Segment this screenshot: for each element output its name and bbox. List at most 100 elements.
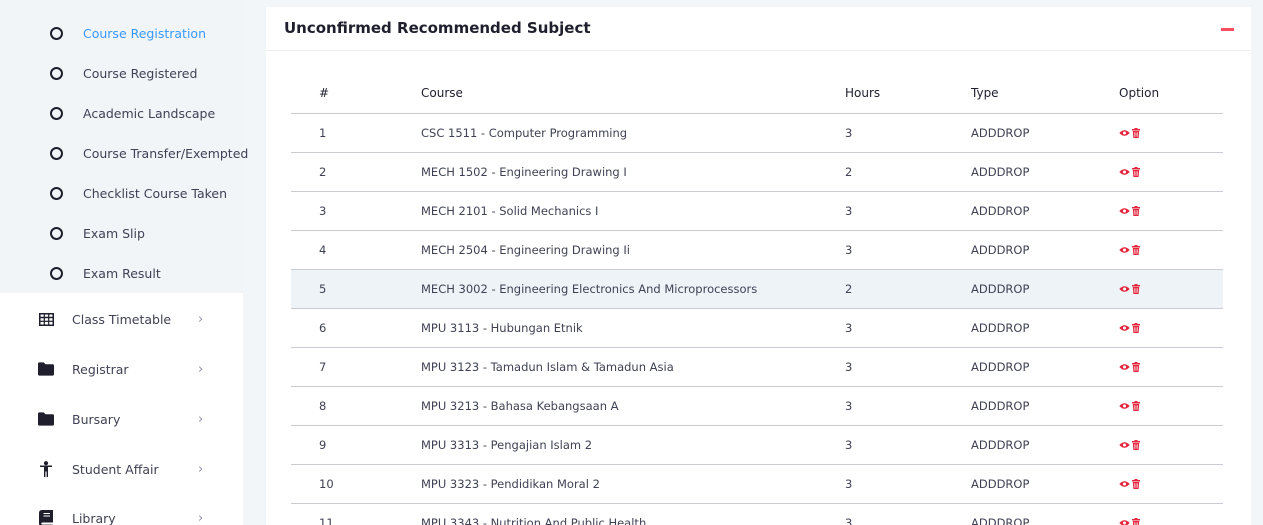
course-type: ADDDROP (971, 464, 1119, 504)
option-buttons (1119, 517, 1140, 525)
eye-icon[interactable] (1119, 519, 1130, 525)
eye-icon[interactable] (1119, 324, 1130, 332)
subject-table: # Course Hours Type Option 1 CSC 1511 - C… (291, 73, 1223, 525)
folder-icon (38, 411, 54, 427)
registration-submenu: Course Registration Course Registered Acad… (0, 0, 248, 293)
circle-icon (50, 226, 63, 240)
option-buttons (1119, 127, 1140, 138)
trash-icon[interactable] (1132, 439, 1140, 450)
recommended-subject-card: Unconfirmed Recommended Subject # Course… (266, 7, 1251, 525)
row-options (1119, 191, 1223, 231)
course-hours: 2 (845, 269, 971, 309)
course-name: MPU 3323 - Pendidikan Moral 2 (421, 464, 845, 504)
course-hours: 3 (845, 308, 971, 348)
sidebar-item-label: Bursary (72, 411, 121, 427)
table-row: 7 MPU 3123 - Tamadun Islam & Tamadun Asia… (291, 347, 1223, 387)
row-number: 11 (291, 503, 421, 525)
trash-icon[interactable] (1132, 322, 1140, 333)
submenu-item-label: Course Registration (83, 25, 206, 41)
course-type: ADDDROP (971, 191, 1119, 231)
column-header-number: # (291, 73, 421, 114)
course-name: MECH 3002 - Engineering Electronics And … (421, 269, 845, 309)
trash-icon[interactable] (1132, 127, 1140, 138)
trash-icon[interactable] (1132, 400, 1140, 411)
course-name: MECH 1502 - Engineering Drawing I (421, 152, 845, 192)
table-row: 3 MECH 2101 - Solid Mechanics I 3 ADDDROP (291, 191, 1223, 231)
course-hours: 3 (845, 425, 971, 465)
course-type: ADDDROP (971, 347, 1119, 387)
row-options (1119, 425, 1223, 465)
option-buttons (1119, 439, 1140, 450)
trash-icon[interactable] (1132, 361, 1140, 372)
course-type: ADDDROP (971, 386, 1119, 426)
card-title: Unconfirmed Recommended Subject (284, 19, 591, 37)
course-type: ADDDROP (971, 230, 1119, 270)
app-root: Course Registration Course Registered Acad… (0, 0, 1263, 525)
table-row: 4 MECH 2504 - Engineering Drawing Ii 3 ADDD… (291, 230, 1223, 270)
submenu-item-course-registered[interactable]: Course Registered (50, 63, 197, 83)
course-type: ADDDROP (971, 152, 1119, 192)
course-hours: 3 (845, 230, 971, 270)
eye-icon[interactable] (1119, 402, 1130, 410)
eye-icon[interactable] (1119, 246, 1130, 254)
trash-icon[interactable] (1132, 166, 1140, 177)
course-hours: 3 (845, 113, 971, 153)
chevron-right-icon: › (198, 510, 204, 525)
sidebar-item-label: Library (72, 510, 116, 525)
chevron-right-icon: › (198, 411, 204, 427)
option-buttons (1119, 322, 1140, 333)
eye-icon[interactable] (1119, 285, 1130, 293)
eye-icon[interactable] (1119, 129, 1130, 137)
submenu-item-course-transfer-exempted[interactable]: Course Transfer/Exempted (50, 143, 248, 163)
chevron-right-icon: › (198, 311, 204, 327)
submenu-item-course-registration[interactable]: Course Registration (50, 23, 206, 43)
submenu-item-label: Exam Result (83, 265, 161, 281)
eye-icon[interactable] (1119, 363, 1130, 371)
submenu-item-checklist-course-taken[interactable]: Checklist Course Taken (50, 183, 227, 203)
table-row: 10 MPU 3323 - Pendidikan Moral 2 3 ADDDROP (291, 464, 1223, 504)
row-number: 9 (291, 425, 421, 465)
eye-icon[interactable] (1119, 207, 1130, 215)
table-header-row: # Course Hours Type Option (291, 73, 1223, 114)
option-buttons (1119, 166, 1140, 177)
circle-icon (50, 146, 63, 160)
course-type: ADDDROP (971, 503, 1119, 525)
eye-icon[interactable] (1119, 168, 1130, 176)
course-type: ADDDROP (971, 113, 1119, 153)
option-buttons (1119, 400, 1140, 411)
eye-icon[interactable] (1119, 480, 1130, 488)
course-type: ADDDROP (971, 269, 1119, 309)
sidebar-item-bursary[interactable]: Bursary › (0, 404, 243, 434)
row-options (1119, 230, 1223, 270)
table-row: 2 MECH 1502 - Engineering Drawing I 2 ADDDR… (291, 152, 1223, 192)
submenu-item-exam-slip[interactable]: Exam Slip (50, 223, 145, 243)
sidebar-item-registrar[interactable]: Registrar › (0, 354, 243, 384)
option-buttons (1119, 478, 1140, 489)
course-name: MPU 3113 - Hubungan Etnik (421, 308, 845, 348)
row-number: 5 (291, 269, 421, 309)
row-number: 1 (291, 113, 421, 153)
table-row: 11 MPU 3343 - Nutrition And Public Health… (291, 503, 1223, 525)
minus-icon[interactable] (1221, 28, 1234, 31)
trash-icon[interactable] (1132, 244, 1140, 255)
table-row: 1 CSC 1511 - Computer Programming 3 ADDDROP (291, 113, 1223, 153)
trash-icon[interactable] (1132, 517, 1140, 525)
submenu-item-exam-result[interactable]: Exam Result (50, 263, 161, 283)
course-name: MECH 2504 - Engineering Drawing Ii (421, 230, 845, 270)
sidebar-item-library[interactable]: Library › (0, 503, 243, 525)
submenu-item-label: Course Transfer/Exempted (83, 145, 249, 161)
row-number: 3 (291, 191, 421, 231)
row-number: 8 (291, 386, 421, 426)
sidebar-item-student-affair[interactable]: Student Affair › (0, 454, 243, 484)
trash-icon[interactable] (1132, 478, 1140, 489)
eye-icon[interactable] (1119, 441, 1130, 449)
circle-icon (50, 66, 63, 80)
sidebar-item-class-timetable[interactable]: Class Timetable › (0, 304, 243, 334)
course-name: MPU 3123 - Tamadun Islam & Tamadun Asia (421, 347, 845, 387)
trash-icon[interactable] (1132, 205, 1140, 216)
column-header-option: Option (1119, 73, 1223, 114)
submenu-item-academic-landscape[interactable]: Academic Landscape (50, 103, 215, 123)
trash-icon[interactable] (1132, 283, 1140, 294)
circle-icon (50, 186, 63, 200)
course-hours: 3 (845, 386, 971, 426)
